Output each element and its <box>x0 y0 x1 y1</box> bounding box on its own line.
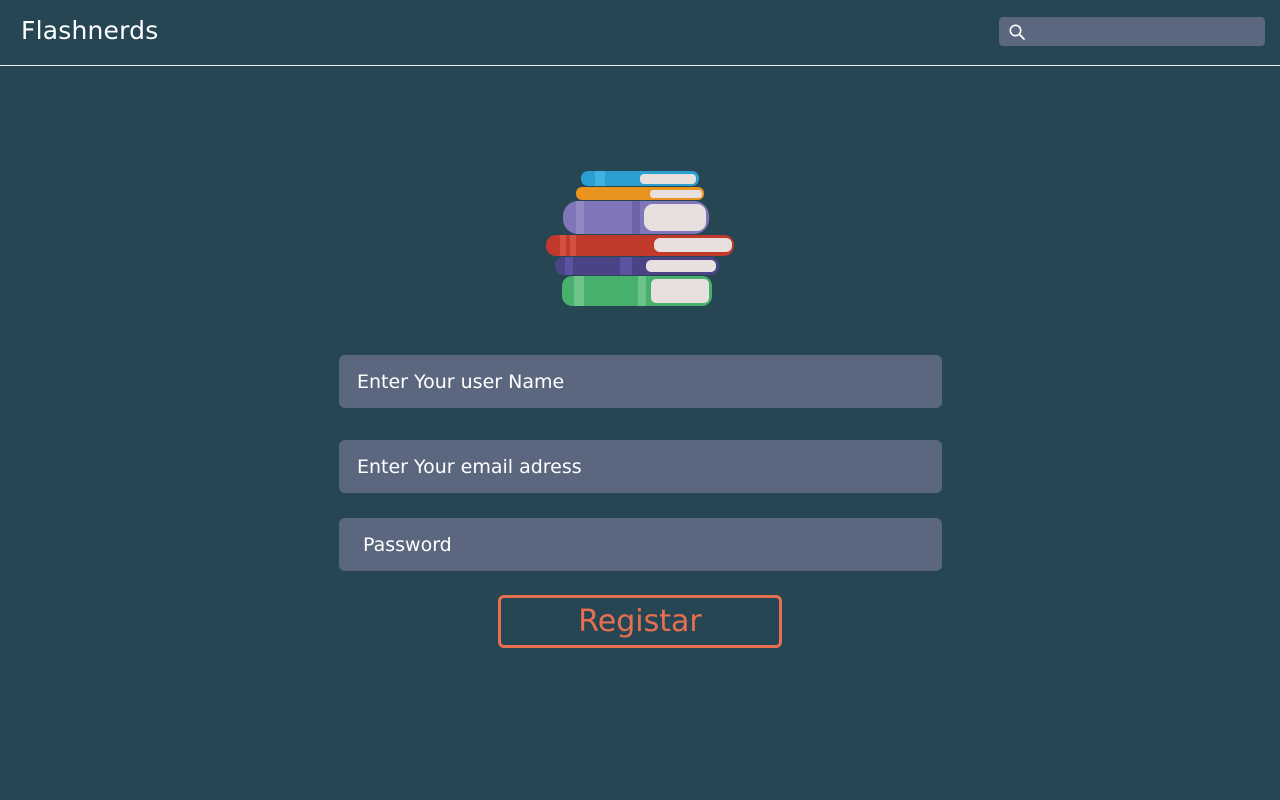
search-icon <box>1008 23 1026 41</box>
search-input[interactable] <box>1031 17 1259 46</box>
books-stack-icon <box>540 165 740 310</box>
registration-page: Flashnerds Enter Your user Name Enter Yo… <box>0 0 1280 800</box>
top-bar: Flashnerds <box>0 0 1280 66</box>
email-field[interactable] <box>339 440 942 493</box>
search-box[interactable] <box>999 17 1265 46</box>
register-button[interactable]: Registar <box>498 595 782 648</box>
username-field[interactable] <box>339 355 942 408</box>
password-field[interactable] <box>339 518 942 571</box>
brand-logo-text[interactable]: Flashnerds <box>21 15 158 47</box>
